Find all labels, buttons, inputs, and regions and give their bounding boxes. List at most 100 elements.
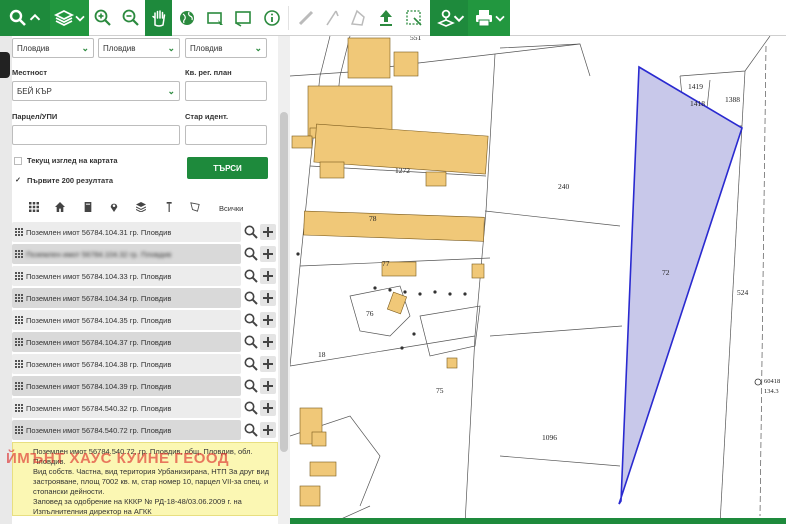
add-icon[interactable] — [260, 290, 276, 306]
polygon-icon[interactable] — [189, 201, 201, 213]
parcel-label: 240 — [558, 182, 570, 191]
hand-pan-icon[interactable] — [145, 4, 173, 32]
chevron-down-icon[interactable] — [450, 4, 468, 32]
panel-collapse-handle[interactable] — [0, 52, 10, 78]
boundary-marker-icon[interactable] — [164, 201, 176, 213]
selected-parcel-72[interactable] — [618, 65, 743, 505]
measure-area-icon[interactable] — [344, 4, 372, 32]
zoom-in-icon[interactable] — [89, 4, 117, 32]
result-row-body[interactable]: Поземлен имот 56784.540.72 гр. Пловдив — [12, 420, 241, 440]
add-icon[interactable] — [260, 400, 276, 416]
checkmark-icon[interactable]: ✓ — [14, 177, 22, 185]
grid-icon — [15, 360, 23, 368]
zoom-to-icon[interactable] — [243, 422, 259, 438]
cadastral-map[interactable]: 551 1419 1418 1388 1272 240 72 78 77 76 … — [290, 36, 786, 524]
grid-icon — [15, 272, 23, 280]
old-id-input[interactable] — [185, 125, 267, 145]
settlement-select[interactable]: Пловдив ⌄ — [185, 38, 267, 58]
add-icon[interactable] — [260, 378, 276, 394]
result-row-body[interactable]: Поземлен имот 56784.104.35 гр. Пловдив — [12, 310, 241, 330]
select-rectangle-icon[interactable] — [201, 4, 229, 32]
add-icon[interactable] — [260, 356, 276, 372]
add-icon[interactable] — [260, 224, 276, 240]
zoom-to-icon[interactable] — [243, 400, 259, 416]
parcel-label: 1419 — [688, 82, 703, 91]
plan-region-input[interactable] — [185, 81, 267, 101]
result-row-body[interactable]: Поземлен имот 56784.104.33 гр. Пловдив — [12, 266, 241, 286]
globe-icon[interactable] — [173, 4, 201, 32]
document-icon[interactable] — [82, 201, 94, 213]
zoom-to-icon[interactable] — [243, 290, 259, 306]
zoom-to-icon[interactable] — [243, 334, 259, 350]
result-row-body[interactable]: Поземлен имот 56784.540.32 гр. Пловдив — [12, 398, 241, 418]
info-line-3: Заповед за одобрение на КККР № РД-18-48/… — [33, 497, 242, 516]
parcel-label: 78 — [369, 214, 377, 223]
clear-selection-icon[interactable] — [400, 4, 428, 32]
building — [393, 51, 419, 77]
chevron-up-icon[interactable] — [26, 4, 44, 32]
result-row[interactable]: Поземлен имот 56784.104.38 гр. Пловдив — [12, 354, 278, 374]
grid-icon[interactable] — [28, 201, 40, 213]
building — [291, 135, 313, 149]
current-view-label: Текущ изглед на картата — [27, 156, 118, 165]
home-icon[interactable] — [54, 201, 66, 213]
result-row-body[interactable]: Поземлен имот 56784.104.32 гр. Пловдив — [12, 244, 241, 264]
all-results-link[interactable]: Всички — [219, 204, 243, 213]
zoom-to-icon[interactable] — [243, 312, 259, 328]
chevron-down-icon[interactable] — [492, 4, 508, 32]
grid-icon — [15, 228, 23, 236]
result-row[interactable]: Поземлен имот 56784.104.34 гр. Пловдив — [12, 288, 278, 308]
first-200-checkbox[interactable]: ✓ Първите 200 резултата — [14, 176, 113, 185]
cadastre-app: Пловдив ⌄ Пловдив ⌄ Пловдив ⌄ Местност К… — [0, 0, 786, 524]
measure-line-icon[interactable] — [318, 4, 346, 32]
zoom-to-icon[interactable] — [243, 224, 259, 240]
first-200-label: Първите 200 резултата — [27, 176, 114, 185]
add-icon[interactable] — [260, 268, 276, 284]
select-area-icon[interactable] — [229, 4, 257, 32]
result-row[interactable]: Поземлен имот 56784.104.39 гр. Пловдив — [12, 376, 278, 396]
current-view-checkbox[interactable]: Текущ изглед на картата — [14, 156, 118, 165]
add-icon[interactable] — [260, 246, 276, 262]
upload-icon[interactable] — [372, 4, 400, 32]
parcel-input[interactable] — [12, 125, 180, 145]
location-pin-icon[interactable] — [108, 201, 120, 213]
scrollbar-thumb[interactable] — [280, 112, 288, 452]
add-icon[interactable] — [260, 422, 276, 438]
region-select[interactable]: Пловдив ⌄ — [12, 38, 94, 58]
result-row-body[interactable]: Поземлен имот 56784.104.31 гр. Пловдив — [12, 222, 241, 242]
map-canvas[interactable]: 551 1419 1418 1388 1272 240 72 78 77 76 … — [290, 36, 786, 524]
chevron-down-icon[interactable] — [72, 4, 88, 32]
zoom-to-icon[interactable] — [243, 268, 259, 284]
search-button[interactable]: ТЪРСИ — [187, 157, 268, 179]
panel-scrollbar[interactable] — [278, 36, 290, 524]
info-icon[interactable] — [258, 4, 286, 32]
building — [319, 161, 345, 179]
municipality-select[interactable]: Пловдив ⌄ — [98, 38, 180, 58]
settlement-value: Пловдив — [190, 44, 223, 53]
ruler-icon[interactable] — [292, 4, 320, 32]
zoom-to-icon[interactable] — [243, 378, 259, 394]
result-label: Поземлен имот 56784.104.35 гр. Пловдив — [26, 316, 172, 325]
result-row-body[interactable]: Поземлен имот 56784.104.34 гр. Пловдив — [12, 288, 241, 308]
parcel-boundary — [290, 36, 331, 367]
checkbox-box[interactable] — [14, 156, 22, 165]
zoom-to-icon[interactable] — [243, 246, 259, 262]
add-icon[interactable] — [260, 334, 276, 350]
result-row-body[interactable]: Поземлен имот 56784.104.39 гр. Пловдив — [12, 376, 241, 396]
zoom-to-icon[interactable] — [243, 356, 259, 372]
result-row-body[interactable]: Поземлен имот 56784.104.37 гр. Пловдив — [12, 332, 241, 352]
locality-select[interactable]: БЕЙ КЪР ⌄ — [12, 81, 180, 101]
parcel-label: 72 — [662, 268, 670, 277]
zoom-out-icon[interactable] — [117, 4, 145, 32]
result-row[interactable]: Поземлен имот 56784.540.72 гр. Пловдив — [12, 420, 278, 440]
result-row[interactable]: Поземлен имот 56784.104.32 гр. Пловдив — [12, 244, 278, 264]
result-row[interactable]: Поземлен имот 56784.540.32 гр. Пловдив — [12, 398, 278, 418]
add-icon[interactable] — [260, 312, 276, 328]
result-row[interactable]: Поземлен имот 56784.104.35 гр. Пловдив — [12, 310, 278, 330]
result-row-body[interactable]: Поземлен имот 56784.104.38 гр. Пловдив — [12, 354, 241, 374]
result-row[interactable]: Поземлен имот 56784.104.33 гр. Пловдив — [12, 266, 278, 286]
grid-icon — [15, 382, 23, 390]
result-row[interactable]: Поземлен имот 56784.104.31 гр. Пловдив — [12, 222, 278, 242]
result-row[interactable]: Поземлен имот 56784.104.37 гр. Пловдив — [12, 332, 278, 352]
layers-icon[interactable] — [135, 201, 147, 213]
